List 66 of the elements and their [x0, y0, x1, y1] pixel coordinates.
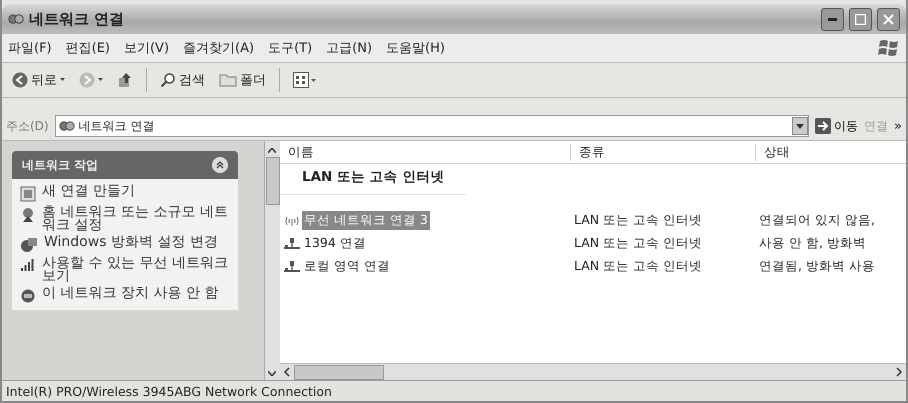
scroll-thumb[interactable] [294, 364, 384, 380]
minimize-icon [828, 18, 837, 20]
type-cell-text: LAN 또는 고속 인터넷 [573, 258, 704, 275]
menu-item[interactable]: 고급(N) [326, 37, 372, 59]
network-connections-icon [8, 12, 24, 26]
signal-bars-icon [20, 258, 36, 272]
dropdown-button[interactable] [792, 117, 808, 135]
connection-name[interactable]: 무선 네트워크 연결 3 [302, 211, 430, 230]
caret-icon [60, 78, 65, 82]
connection-name[interactable]: 1394 연결 [302, 234, 368, 253]
scroll-thumb[interactable] [266, 157, 280, 205]
more-chevron[interactable]: » [894, 118, 902, 134]
column-header[interactable]: 이름 [280, 144, 570, 160]
folder-icon [219, 73, 237, 87]
menu-item[interactable]: 파일(F) [8, 37, 52, 59]
windows-flag-icon [878, 38, 900, 58]
caret-icon [796, 124, 804, 128]
maximize-button[interactable] [849, 8, 872, 30]
scroll-up-icon[interactable] [268, 148, 276, 152]
folders-button[interactable]: 폴더 [215, 68, 270, 92]
address-field[interactable]: 네트워크 연결 [54, 115, 810, 137]
type-cell-text: LAN 또는 고속 인터넷 [573, 235, 704, 252]
close-icon [883, 14, 894, 24]
go-arrow-icon [815, 118, 832, 134]
new-connection-icon [20, 186, 36, 202]
task-link[interactable]: 사용할 수 있는 무선 네트워크 보기 [42, 257, 230, 283]
home-network-icon [20, 207, 36, 223]
task-link[interactable]: Windows 방화벽 설정 변경 [44, 236, 218, 249]
status-cell-text: 사용 안 함, 방화벽 [758, 235, 867, 252]
window-title: 네트워크 연결 [29, 10, 126, 28]
go-button[interactable]: 이동 [815, 118, 858, 134]
type-cell-text: LAN 또는 고속 인터넷 [573, 212, 704, 229]
group-heading: LAN 또는 고속 인터넷 [280, 164, 466, 195]
status-bar: Intel(R) PRO/Wireless 3945ABG Network Connection [2, 380, 906, 401]
menu-item[interactable]: 도움말(H) [386, 37, 445, 59]
network-cable-icon [284, 260, 300, 274]
caret-icon [98, 78, 103, 82]
views-grid-icon [293, 72, 317, 88]
column-header[interactable]: 종류 [570, 144, 755, 160]
status-cell-text: 연결됨, 방화벽 사용 [758, 258, 876, 275]
maximize-icon [855, 14, 866, 24]
horizontal-scrollbar[interactable] [280, 363, 906, 380]
menu-item[interactable]: 도구(T) [268, 37, 312, 59]
task-link[interactable]: 이 네트워크 장치 사용 안 함 [42, 287, 218, 300]
back-button[interactable]: 뒤로 [8, 68, 69, 92]
menu-item[interactable]: 편집(E) [66, 37, 110, 59]
close-button[interactable] [877, 8, 900, 30]
task-link[interactable]: 새 연결 만들기 [42, 185, 135, 198]
connection-name[interactable]: 로컬 영역 연결 [302, 257, 392, 276]
status-cell-text: 연결되어 있지 않음, [758, 212, 876, 229]
task-link[interactable]: 홈 네트워크 또는 소규모 네트워크 설정 [42, 206, 230, 232]
minimize-button[interactable] [821, 8, 844, 30]
search-button[interactable]: 검색 [156, 68, 209, 92]
menu-item[interactable]: 즐겨찾기(A) [183, 37, 254, 59]
wireless-icon [284, 214, 300, 226]
vertical-scrollbar[interactable] [264, 141, 280, 380]
menu-item[interactable]: 보기(V) [124, 37, 170, 59]
collapse-icon[interactable] [212, 157, 228, 173]
scroll-down-icon[interactable] [268, 370, 276, 376]
folder-up-icon [117, 72, 133, 88]
network-cable-icon [284, 236, 300, 250]
network-connections-icon [58, 119, 75, 133]
search-icon [160, 72, 176, 88]
column-header[interactable]: 상태 [755, 144, 906, 160]
task-panel-header[interactable]: 네트워크 작업 [12, 151, 238, 179]
address-label: 주소(D) [6, 118, 49, 134]
